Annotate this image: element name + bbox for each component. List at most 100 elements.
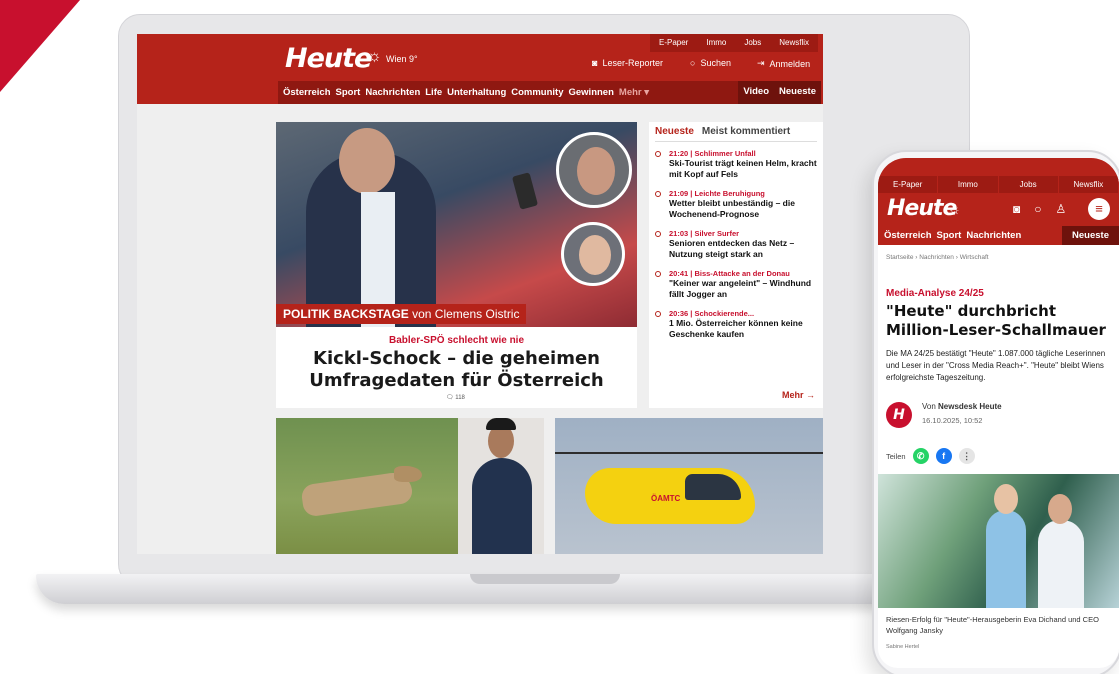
- article-title: "Heute" durchbricht Million-Leser-Schall…: [886, 302, 1106, 339]
- news-title: Senioren entdecken das Netz – Nutzung st…: [669, 238, 795, 259]
- sun-icon: ☼: [367, 48, 382, 65]
- nav-item-neueste[interactable]: Neueste: [774, 81, 821, 104]
- article-image: [878, 474, 1119, 608]
- top-link-newsflix[interactable]: Newsflix: [770, 34, 818, 52]
- mobile-nav: Österreich Sport Nachrichten Neueste: [878, 226, 1119, 245]
- breadcrumb[interactable]: Startseite › Nachrichten › Wirtschaft: [886, 254, 989, 261]
- greyhound-head: [394, 466, 422, 482]
- top-link-epaper[interactable]: E-Paper: [650, 34, 697, 52]
- search-icon[interactable]: ○: [1034, 202, 1041, 216]
- news-list-item[interactable]: 21:03 | Silver Surfer Senioren entdecken …: [655, 229, 817, 259]
- portrait-face: [577, 147, 615, 195]
- nav-item-video[interactable]: Video: [738, 81, 774, 104]
- politik-backstage-banner: POLITIK BACKSTAGE von Clemens Oistric: [276, 304, 527, 324]
- top-link-jobs[interactable]: Jobs: [735, 34, 770, 52]
- search-icon: ○: [690, 58, 696, 68]
- top-link-immo[interactable]: Immo: [697, 34, 735, 52]
- sidebar-tabs: Neueste Meist kommentiert: [655, 126, 817, 142]
- camera-icon[interactable]: ◙: [1013, 202, 1020, 216]
- mobile-link-epaper[interactable]: E-Paper: [878, 176, 939, 193]
- login-button[interactable]: ⇥ Anmelden: [757, 58, 810, 69]
- weather-icon[interactable]: ☼: [948, 201, 961, 217]
- tab-meist-kommentiert[interactable]: Meist kommentiert: [702, 126, 790, 137]
- facebook-icon[interactable]: f: [935, 448, 952, 464]
- timeline-dot-icon: [655, 311, 661, 317]
- menu-icon[interactable]: ≡: [1088, 198, 1110, 220]
- laptop-notch: [470, 574, 620, 584]
- news-meta: 20:36 | Schockierende...: [669, 309, 755, 318]
- author-block: H Von Newsdesk Heute 16.10.2025, 10:52: [886, 400, 1114, 430]
- news-list-item[interactable]: 21:09 | Leichte Beruhigung Wetter bleibt …: [655, 189, 817, 219]
- politician-head: [339, 128, 395, 194]
- mobile-nav-neueste[interactable]: Neueste: [1062, 226, 1119, 245]
- woman-head: [994, 484, 1018, 514]
- teaser-tile-man[interactable]: [458, 418, 544, 554]
- latest-news-panel: Neueste Meist kommentiert 21:20 | Schlim…: [649, 122, 823, 408]
- man-figure: [1038, 520, 1084, 608]
- timeline-dot-icon: [655, 151, 661, 157]
- main-nav: Österreich Sport Nachrichten Life Unterh…: [278, 81, 821, 104]
- mobile-nav-oesterreich[interactable]: Österreich: [884, 230, 932, 241]
- man-cap: [486, 418, 516, 430]
- news-list-item[interactable]: 20:41 | Biss-Attacke an der Donau "Keiner…: [655, 269, 817, 299]
- mobile-nav-nachrichten[interactable]: Nachrichten: [966, 230, 1021, 241]
- hero-article[interactable]: POLITIK BACKSTAGE von Clemens Oistric Ba…: [276, 122, 637, 408]
- newsdesk-avatar: H: [886, 402, 912, 428]
- mobile-heute-logo[interactable]: Heute: [887, 196, 957, 221]
- teaser-tile-helicopter[interactable]: ÖAMTC: [555, 418, 823, 554]
- more-share-icon[interactable]: ⋮: [958, 448, 975, 464]
- mobile-header: E-Paper Immo Jobs Newsflix Heute ☼ ◙ ○ ♙…: [878, 158, 1119, 245]
- mobile-header-icons: ◙ ○ ♙: [1013, 202, 1066, 216]
- nav-item-unterhaltung[interactable]: Unterhaltung: [447, 87, 506, 98]
- nav-item-nachrichten[interactable]: Nachrichten: [365, 87, 420, 98]
- nav-item-life[interactable]: Life: [425, 87, 442, 98]
- news-title: 1 Mio. Österreicher können keine Geschen…: [669, 318, 803, 339]
- nav-item-gewinnen[interactable]: Gewinnen: [569, 87, 614, 98]
- smartphone-in-hand: [511, 172, 539, 210]
- whatsapp-icon[interactable]: ✆: [912, 448, 929, 464]
- showcase-stage: Heute ☼ Wien 9° E-Paper Immo Jobs Newsfl…: [0, 0, 1119, 674]
- top-links: E-Paper Immo Jobs Newsflix: [650, 34, 819, 52]
- login-icon: ⇥: [757, 58, 765, 68]
- mobile-link-jobs[interactable]: Jobs: [998, 176, 1059, 193]
- user-icon[interactable]: ♙: [1056, 202, 1067, 216]
- heute-logo[interactable]: Heute: [285, 43, 372, 74]
- mobile-website: E-Paper Immo Jobs Newsflix Heute ☼ ◙ ○ ♙…: [878, 158, 1119, 668]
- author-name[interactable]: Newsdesk Heute: [938, 402, 1002, 411]
- search-button[interactable]: ○ Suchen: [690, 58, 731, 68]
- desktop-website: Heute ☼ Wien 9° E-Paper Immo Jobs Newsfl…: [137, 34, 823, 554]
- timeline-dot-icon: [655, 271, 661, 277]
- tab-neueste[interactable]: Neueste: [655, 126, 694, 137]
- search-label: Suchen: [700, 58, 731, 68]
- nav-item-community[interactable]: Community: [511, 87, 563, 98]
- mobile-link-newsflix[interactable]: Newsflix: [1058, 176, 1119, 193]
- login-label: Anmelden: [769, 58, 811, 69]
- news-meta: 21:09 | Leichte Beruhigung: [669, 189, 765, 198]
- leser-reporter-label: Leser-Reporter: [602, 58, 663, 68]
- portrait-face: [579, 235, 611, 275]
- nav-right: Video Neueste: [738, 81, 821, 104]
- nav-item-oesterreich[interactable]: Österreich: [283, 87, 331, 98]
- hero-headline[interactable]: Kickl-Schock – die geheimen Umfragedaten…: [276, 348, 637, 392]
- hero-image: POLITIK BACKSTAGE von Clemens Oistric: [276, 122, 637, 327]
- nav-item-sport[interactable]: Sport: [336, 87, 361, 98]
- banner-bold: POLITIK BACKSTAGE: [283, 307, 409, 321]
- man-head: [1048, 494, 1072, 524]
- news-list-item[interactable]: 20:36 | Schockierende... 1 Mio. Österreic…: [655, 309, 817, 339]
- leser-reporter-button[interactable]: ◙ Leser-Reporter: [592, 58, 663, 68]
- weather-label[interactable]: Wien 9°: [386, 54, 418, 64]
- site-header: Heute ☼ Wien 9° E-Paper Immo Jobs Newsfl…: [137, 34, 823, 104]
- author-line: Von Newsdesk Heute: [922, 402, 1002, 411]
- news-title: Ski-Tourist trägt keinen Helm, kracht mi…: [669, 158, 817, 179]
- nav-more-dropdown[interactable]: Mehr ▾: [619, 87, 649, 98]
- portrait-circle-bottom: [561, 222, 625, 286]
- news-list-item[interactable]: 21:20 | Schlimmer Unfall Ski-Tourist träg…: [655, 149, 817, 179]
- woman-figure: [986, 510, 1026, 608]
- mobile-link-immo[interactable]: Immo: [938, 176, 999, 193]
- more-link[interactable]: Mehr →: [782, 390, 815, 400]
- comment-count[interactable]: 🗨︎ 118: [446, 394, 465, 401]
- teaser-tile-greyhound[interactable]: [276, 418, 460, 554]
- comment-count-label: 118: [455, 395, 465, 401]
- mobile-nav-sport[interactable]: Sport: [937, 230, 962, 241]
- hero-kicker: Babler-SPÖ schlecht wie nie: [388, 335, 525, 346]
